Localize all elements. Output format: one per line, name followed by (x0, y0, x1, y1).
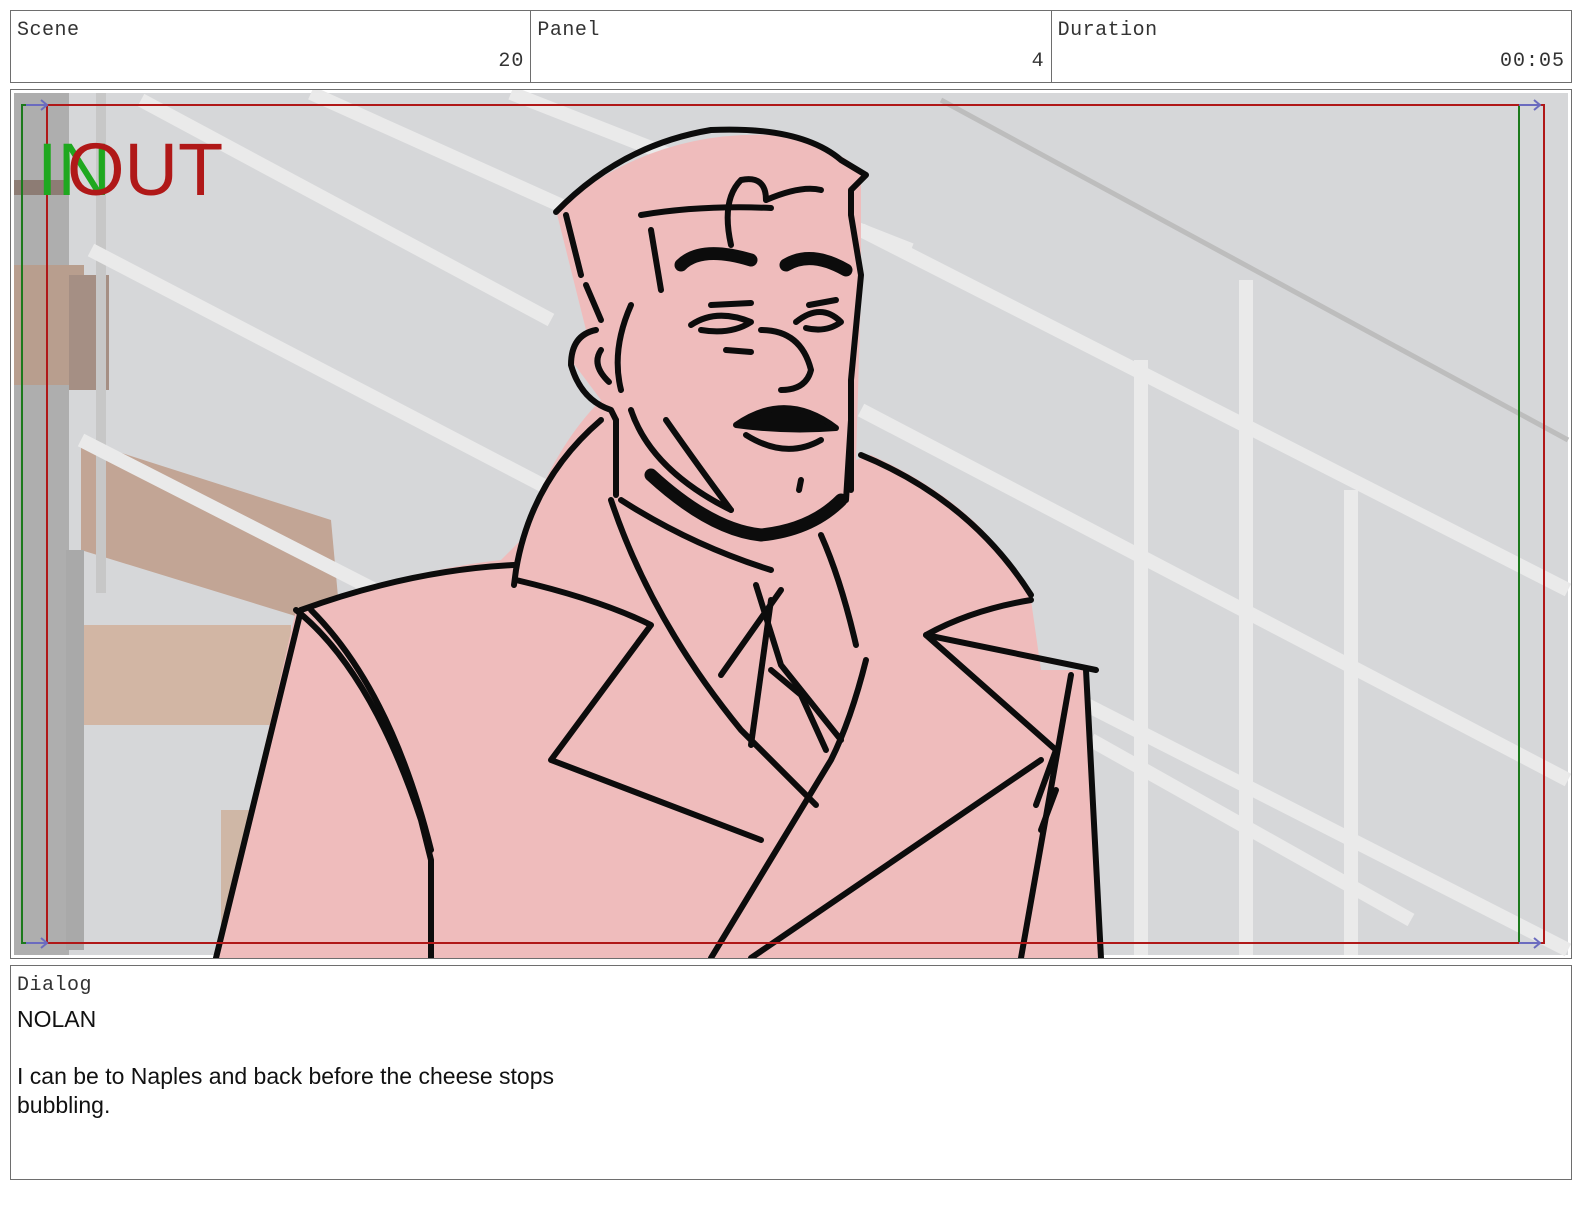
dialog-line: I can be to Naples and back before the c… (17, 1063, 555, 1118)
storyboard-drawing: IN OUT (14, 90, 1571, 958)
panel-header: Scene 20 Panel 4 Duration 00:05 (10, 10, 1572, 83)
duration-cell: Duration 00:05 (1052, 11, 1571, 82)
panel-cell: Panel 4 (531, 11, 1052, 82)
dialog-box[interactable]: Dialog NOLAN I can be to Naples and back… (10, 965, 1572, 1180)
scene-label: Scene (17, 19, 80, 42)
dialog-speaker: NOLAN (17, 1006, 97, 1032)
duration-label: Duration (1057, 19, 1158, 42)
out-marker: OUT (67, 128, 223, 211)
scene-number[interactable]: 20 (498, 50, 524, 73)
scene-cell: Scene 20 (11, 11, 532, 82)
panel-number[interactable]: 4 (1032, 50, 1045, 73)
dialog-label: Dialog (17, 974, 93, 997)
duration-value[interactable]: 00:05 (1500, 50, 1565, 73)
panel-label: Panel (537, 19, 600, 42)
storyboard-frame[interactable]: IN OUT (10, 89, 1572, 959)
